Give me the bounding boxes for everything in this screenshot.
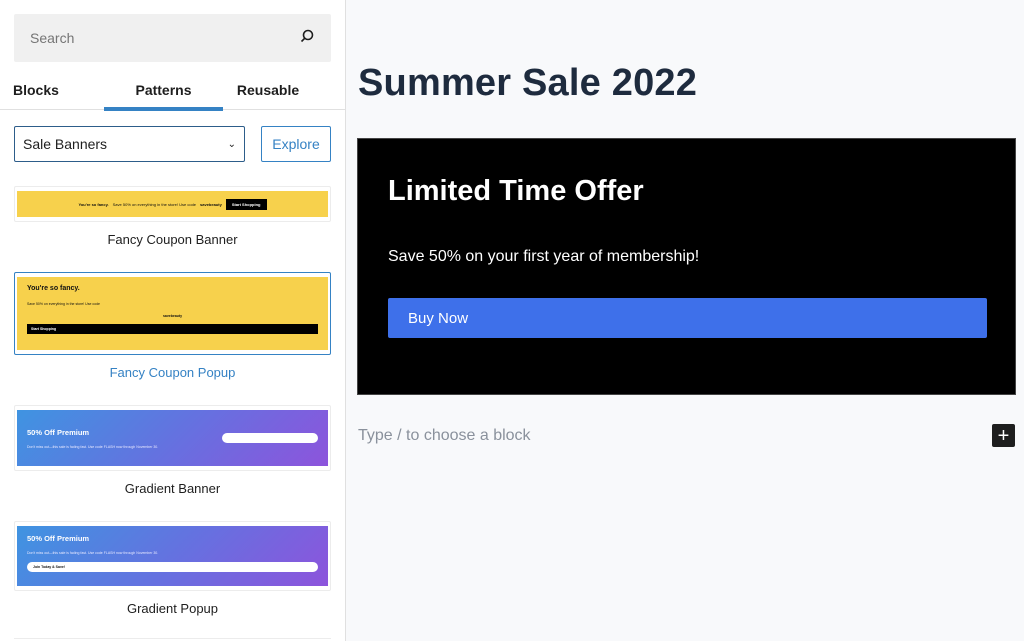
preview-button <box>222 433 318 443</box>
block-appender[interactable]: Type / to choose a block <box>358 427 531 445</box>
buy-now-button[interactable]: Buy Now <box>388 298 987 338</box>
buy-now-label: Buy Now <box>408 309 469 327</box>
preview-heading: 50% Off Premium <box>27 534 90 543</box>
tab-blocks[interactable]: Blocks <box>0 70 104 110</box>
preview-button: Start Shopping <box>225 198 267 210</box>
search-input[interactable] <box>30 30 299 46</box>
preview-text: Save 50% on everything in the store! Use… <box>112 201 197 207</box>
preview-text: Don't miss out—this sale is fading fast.… <box>27 444 159 449</box>
pattern-fancy-coupon-popup[interactable]: You're so fancy. Save 50% on everything … <box>14 272 331 380</box>
preview-heading: You're so fancy. <box>27 285 80 292</box>
preview-code: savebeauty <box>200 201 222 207</box>
gradient-banner-preview: 50% Off Premium Don't miss out—this sale… <box>17 410 328 466</box>
coupon-popup-preview: You're so fancy. Save 50% on everything … <box>17 277 328 350</box>
gradient-popup-preview: 50% Off Premium Don't miss out—this sale… <box>17 526 328 586</box>
pattern-preview[interactable]: 50% Off Premium Don't miss out—this sale… <box>14 405 331 471</box>
chevron-down-icon: ⌄ <box>227 138 236 150</box>
add-block-button[interactable]: + <box>992 424 1015 447</box>
coupon-banner-preview: You're so fancy. Save 50% on everything … <box>17 191 328 217</box>
tab-patterns[interactable]: Patterns <box>104 70 223 111</box>
search-icon[interactable] <box>299 28 315 49</box>
plus-icon: + <box>997 424 1010 447</box>
pattern-preview[interactable]: You're so fancy. Save 50% on everything … <box>14 186 331 222</box>
preview-code: savebeauty <box>162 314 183 318</box>
category-row: Sale Banners ⌄ Explore <box>14 126 331 162</box>
search-field[interactable] <box>14 14 331 62</box>
pattern-gradient-banner[interactable]: 50% Off Premium Don't miss out—this sale… <box>14 405 331 496</box>
inserter-tabs: Blocks Patterns Reusable <box>0 70 345 111</box>
pattern-label: Gradient Popup <box>126 601 219 616</box>
inserter-sidebar: Blocks Patterns Reusable Sale Banners ⌄ … <box>0 0 346 641</box>
divider <box>14 638 331 639</box>
category-select[interactable]: Sale Banners ⌄ <box>14 126 245 162</box>
pattern-gradient-popup[interactable]: 50% Off Premium Don't miss out—this sale… <box>14 521 331 616</box>
preview-heading: 50% Off Premium <box>27 427 90 437</box>
pattern-label: Gradient Banner <box>124 481 221 496</box>
pattern-preview[interactable]: 50% Off Premium Don't miss out—this sale… <box>14 521 331 591</box>
preview-button: Join Today & Save! <box>27 562 318 572</box>
editor-canvas: Summer Sale 2022 Limited Time Offer Save… <box>347 0 1024 641</box>
preview-text: Save 50% on everything in the store! Use… <box>27 302 100 306</box>
preview-button: Start Shopping <box>27 324 318 334</box>
pattern-label: Fancy Coupon Banner <box>107 232 238 247</box>
pattern-fancy-coupon-banner[interactable]: You're so fancy. Save 50% on everything … <box>14 186 331 247</box>
preview-heading: You're so fancy. <box>78 201 109 207</box>
category-select-value: Sale Banners <box>23 136 108 152</box>
pattern-preview[interactable]: You're so fancy. Save 50% on everything … <box>14 272 331 355</box>
cover-heading[interactable]: Limited Time Offer <box>388 175 644 208</box>
post-title[interactable]: Summer Sale 2022 <box>358 62 697 105</box>
explore-button[interactable]: Explore <box>261 126 331 162</box>
cover-text[interactable]: Save 50% on your first year of membershi… <box>388 248 699 266</box>
preview-text: Don't miss out—this sale is fading fast.… <box>27 551 159 555</box>
pattern-label: Fancy Coupon Popup <box>109 365 236 380</box>
tab-reusable[interactable]: Reusable <box>223 70 313 110</box>
cover-block[interactable]: Limited Time Offer Save 50% on your firs… <box>357 138 1016 395</box>
